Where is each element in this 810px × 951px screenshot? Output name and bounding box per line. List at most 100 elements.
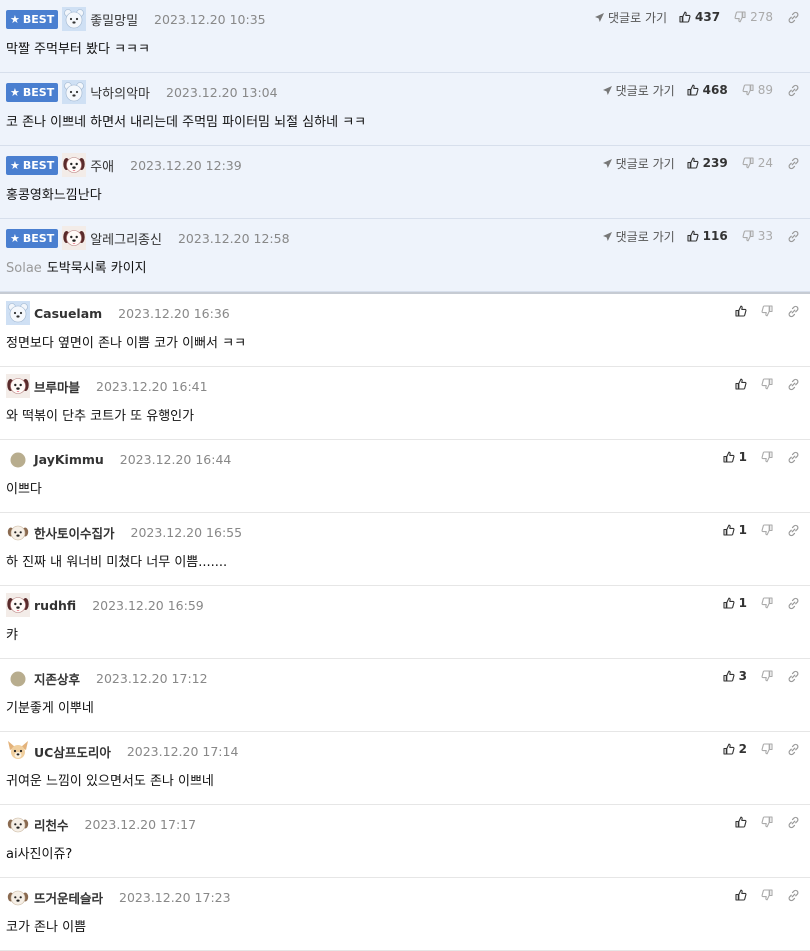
comment-text: 귀여운 느낌이 있으면서도 존나 이쁘네 <box>6 770 214 789</box>
downvote-button[interactable] <box>761 524 773 536</box>
comment-text: 정면보다 옆면이 존나 이쁨 코가 이뻐서 ㅋㅋ <box>6 332 246 351</box>
dog-avatar[interactable] <box>62 226 87 250</box>
puppy-avatar[interactable] <box>6 520 30 544</box>
author-nickname[interactable]: 알레그리종신 <box>90 229 162 248</box>
goto-comment-label: 댓글로 가기 <box>615 229 675 244</box>
goto-comment-label: 댓글로 가기 <box>615 83 675 98</box>
bear-avatar[interactable] <box>62 80 87 104</box>
bear-avatar[interactable] <box>62 7 87 31</box>
copy-link-button[interactable] <box>787 84 800 97</box>
upvote-button[interactable] <box>735 378 747 390</box>
copy-link-button[interactable] <box>787 816 800 829</box>
comment-body: 코가 존나 이쁨 <box>6 920 87 935</box>
downvote-button[interactable]: 33 <box>742 229 773 243</box>
comment-header: ★ BEST 좋밀망밀 2023.12.20 10:35 <box>6 7 266 31</box>
upvote-button[interactable]: 1 <box>723 523 747 537</box>
best-badge: ★ BEST <box>6 9 59 29</box>
best-comment: ★ BEST 좋밀망밀 2023.12.20 10:35 막짤 주먹부터 봤다 ㅋㅋㅋ 댓… <box>0 0 810 73</box>
goto-comment-button[interactable]: 댓글로 가기 <box>602 82 675 99</box>
downvote-button[interactable] <box>761 889 773 901</box>
author-nickname[interactable]: JayKimmu <box>34 452 104 467</box>
dog-avatar[interactable] <box>6 374 30 398</box>
upvote-button[interactable] <box>735 305 747 317</box>
author-nickname[interactable]: UC삼프도리아 <box>34 742 111 761</box>
comment-date: 2023.12.20 16:55 <box>130 524 243 540</box>
comment-actions: 댓글로 가기 116 33 <box>602 227 800 245</box>
comment-date: 2023.12.20 12:39 <box>130 157 242 173</box>
copy-link-button[interactable] <box>787 378 800 391</box>
upvote-button[interactable]: 116 <box>687 229 728 243</box>
downvote-button[interactable] <box>761 378 773 390</box>
copy-link-button[interactable] <box>787 597 800 610</box>
copy-link-button[interactable] <box>787 305 800 318</box>
comment-item: 브루마블 2023.12.20 16:41 와 떡볶이 단추 코트가 또 유행인가 <box>0 367 810 440</box>
star-icon: ★ <box>10 12 20 26</box>
copy-link-button[interactable] <box>787 11 800 24</box>
dog-avatar[interactable] <box>6 593 30 617</box>
comment-text: 막짤 주먹부터 봤다 ㅋㅋㅋ <box>6 38 150 57</box>
comment-body: ai사진이쥬? <box>6 847 73 862</box>
copy-link-button[interactable] <box>787 157 800 170</box>
link-icon <box>787 305 800 318</box>
upvote-button[interactable] <box>735 889 747 901</box>
downvote-button[interactable] <box>761 597 773 609</box>
downvote-button[interactable]: 278 <box>734 10 773 24</box>
downvote-button[interactable] <box>761 305 773 317</box>
comment-text: 홍콩영화느낌난다 <box>6 184 102 203</box>
downvote-count: 278 <box>750 10 773 24</box>
downvote-button[interactable]: 24 <box>742 156 773 170</box>
puppy-avatar[interactable] <box>6 885 30 909</box>
author-nickname[interactable]: 리천수 <box>34 815 69 834</box>
downvote-button[interactable] <box>761 451 773 463</box>
upvote-button[interactable]: 468 <box>687 83 728 97</box>
copy-link-button[interactable] <box>787 670 800 683</box>
upvote-button[interactable]: 3 <box>723 669 747 683</box>
link-icon <box>787 670 800 683</box>
puppy-avatar[interactable] <box>6 812 30 836</box>
comment-header: rudhfi 2023.12.20 16:59 <box>6 593 204 617</box>
upvote-button[interactable]: 437 <box>679 10 720 24</box>
comment-actions: 1 <box>723 594 800 612</box>
author-nickname[interactable]: 브루마블 <box>34 377 80 396</box>
goto-comment-button[interactable]: 댓글로 가기 <box>594 9 667 26</box>
copy-link-button[interactable] <box>787 889 800 902</box>
author-nickname[interactable]: 낙하의악마 <box>90 83 150 102</box>
goto-comment-button[interactable]: 댓글로 가기 <box>602 228 675 245</box>
author-nickname[interactable]: 지존상후 <box>34 669 80 688</box>
comment-text: ai사진이쥬? <box>6 843 72 862</box>
upvote-button[interactable]: 2 <box>723 742 747 756</box>
copy-link-button[interactable] <box>787 743 800 756</box>
copy-link-button[interactable] <box>787 451 800 464</box>
copy-link-button[interactable] <box>787 230 800 243</box>
downvote-button[interactable] <box>761 743 773 755</box>
goto-comment-button[interactable]: 댓글로 가기 <box>602 155 675 172</box>
upvote-button[interactable]: 1 <box>723 596 747 610</box>
author-nickname[interactable]: 좋밀망밀 <box>90 10 138 29</box>
comment-date: 2023.12.20 16:59 <box>92 597 204 613</box>
author-nickname[interactable]: 한사토이수집가 <box>34 523 115 542</box>
author-nickname[interactable]: Casuelam <box>34 306 102 321</box>
link-icon <box>787 816 800 829</box>
downvote-button[interactable] <box>761 670 773 682</box>
thumbs-down-icon <box>742 157 754 169</box>
thumbs-down-icon <box>761 378 773 390</box>
link-icon <box>787 157 800 170</box>
copy-link-button[interactable] <box>787 524 800 537</box>
upvote-button[interactable]: 239 <box>687 156 728 170</box>
upvote-button[interactable] <box>735 816 747 828</box>
upvote-count: 1 <box>738 450 747 464</box>
author-nickname[interactable]: rudhfi <box>34 598 76 613</box>
dot-avatar[interactable] <box>6 447 30 471</box>
thumbs-down-icon <box>761 816 773 828</box>
author-nickname[interactable]: 주애 <box>90 156 114 175</box>
dot-avatar[interactable] <box>6 666 30 690</box>
downvote-button[interactable] <box>761 816 773 828</box>
dog-avatar[interactable] <box>62 153 87 177</box>
comment-body: 이쁘다 <box>6 482 42 497</box>
upvote-button[interactable]: 1 <box>723 450 747 464</box>
chihuahua-avatar[interactable] <box>6 739 30 763</box>
downvote-button[interactable]: 89 <box>742 83 773 97</box>
bear-avatar[interactable] <box>6 301 30 325</box>
author-nickname[interactable]: 뜨거운테슬라 <box>34 888 103 907</box>
link-icon <box>787 11 800 24</box>
